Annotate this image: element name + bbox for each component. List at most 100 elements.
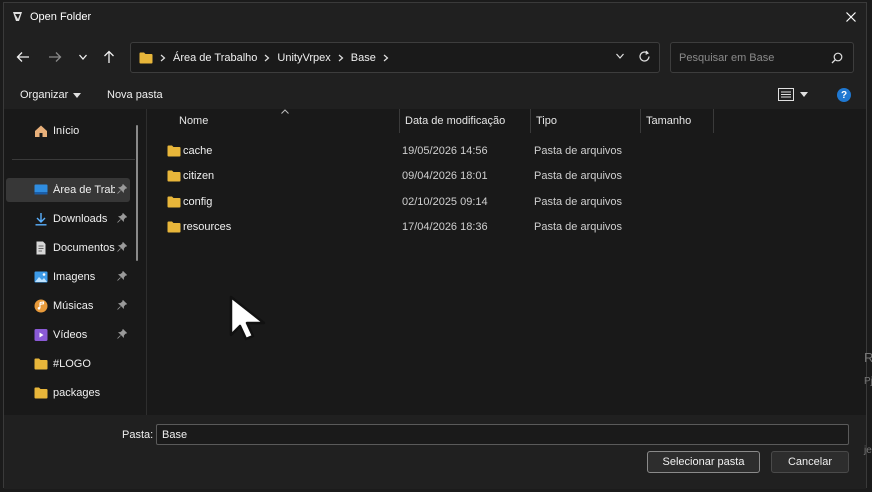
organize-label: Organizar <box>20 89 69 101</box>
column-divider[interactable] <box>640 109 641 133</box>
arrow-up-icon <box>104 50 114 63</box>
chevron-right-icon[interactable] <box>383 54 389 62</box>
address-history-dropdown-icon[interactable] <box>615 51 625 61</box>
column-header-size[interactable]: Tamanho <box>646 115 691 127</box>
pin-icon <box>117 300 127 310</box>
table-row[interactable]: cache 19/05/2026 14:56 Pasta de arquivos <box>147 139 866 163</box>
change-view-button[interactable] <box>778 88 808 101</box>
pin-icon <box>117 242 127 252</box>
search-box[interactable]: Pesquisar em Base <box>670 42 854 73</box>
file-type: Pasta de arquivos <box>534 221 623 233</box>
title-bar: Open Folder <box>4 3 866 31</box>
column-divider[interactable] <box>713 109 714 133</box>
command-bar: Organizar Nova pasta ? <box>4 83 866 109</box>
folder-icon <box>34 387 48 399</box>
table-row[interactable]: config 02/10/2025 09:14 Pasta de arquivo… <box>147 190 866 214</box>
sidebar-item-label: Vídeos <box>53 329 88 341</box>
file-name: config <box>183 196 213 208</box>
folder-icon <box>139 52 153 63</box>
folder-name-input[interactable] <box>156 424 849 445</box>
sidebar-item-music[interactable]: Músicas <box>6 294 130 318</box>
breadcrumb-item-base[interactable]: Base <box>351 52 376 64</box>
search-input[interactable]: Pesquisar em Base <box>679 52 774 64</box>
folder-icon <box>167 196 181 208</box>
sidebar-item-label: Documentos <box>53 242 115 254</box>
folder-icon <box>167 145 181 157</box>
sidebar-item-pictures[interactable]: Imagens <box>6 265 130 289</box>
chevron-down-icon <box>79 54 87 60</box>
home-icon <box>35 125 47 137</box>
sidebar-item-label: Downloads <box>53 213 108 225</box>
close-button[interactable] <box>836 3 866 31</box>
image-icon <box>34 271 48 283</box>
video-icon <box>34 329 48 341</box>
window-title: Open Folder <box>30 11 92 23</box>
chevron-right-icon[interactable] <box>338 54 344 62</box>
column-header-type[interactable]: Tipo <box>536 115 557 127</box>
sidebar-item-videos[interactable]: Vídeos <box>6 323 130 347</box>
select-folder-button[interactable]: Selecionar pasta <box>647 451 760 473</box>
chevron-right-icon <box>160 54 166 62</box>
file-date: 19/05/2026 14:56 <box>402 145 488 157</box>
sidebar-item-desktop[interactable]: Área de Trab <box>6 178 130 202</box>
column-divider[interactable] <box>530 109 531 133</box>
sidebar-item-label: Área de Trab <box>53 184 115 196</box>
sidebar-item-logo-folder[interactable]: #LOGO <box>6 352 130 376</box>
navigation-pane: Início Área de Trab Downloads Documentos… <box>4 109 146 415</box>
forward-button[interactable] <box>45 47 65 67</box>
mouse-pointer-icon <box>229 295 266 341</box>
organize-menu-button[interactable]: Organizar <box>20 89 82 101</box>
dialog-footer: Pasta: Selecionar pasta Cancelar <box>4 415 866 489</box>
file-name: cache <box>183 145 213 157</box>
breadcrumb: Área de Trabalho UnityVrpex Base <box>139 43 396 72</box>
arrow-left-icon <box>16 52 29 62</box>
app-icon <box>13 12 22 21</box>
desktop-icon <box>34 184 48 195</box>
sidebar-scrollbar[interactable] <box>136 125 138 261</box>
music-icon <box>34 299 48 313</box>
file-type: Pasta de arquivos <box>534 170 623 182</box>
chevron-right-icon[interactable] <box>264 54 270 62</box>
breadcrumb-item-desktop[interactable]: Área de Trabalho <box>173 52 257 64</box>
sidebar-item-label: Imagens <box>53 271 96 283</box>
sidebar-item-downloads[interactable]: Downloads <box>6 207 130 231</box>
table-row[interactable]: resources 17/04/2026 18:36 Pasta de arqu… <box>147 215 866 239</box>
column-header-name[interactable]: Nome <box>179 115 208 127</box>
address-bar[interactable]: Área de Trabalho UnityVrpex Base <box>130 42 660 73</box>
breadcrumb-item-unityvrpex[interactable]: UnityVrpex <box>277 52 330 64</box>
recent-locations-button[interactable] <box>73 47 93 67</box>
list-view-icon <box>778 88 794 101</box>
pin-icon <box>117 184 127 194</box>
cancel-button[interactable]: Cancelar <box>771 451 849 473</box>
search-icon[interactable] <box>831 52 843 64</box>
refresh-icon[interactable] <box>638 50 651 63</box>
file-list: Nome Data de modificação Tipo Tamanho ca… <box>147 109 866 415</box>
up-button[interactable] <box>99 47 119 67</box>
file-type: Pasta de arquivos <box>534 196 623 208</box>
folder-icon <box>167 170 181 182</box>
open-folder-dialog: Open Folder Área de Trabalho UnityVrpex … <box>3 2 867 489</box>
column-header-date[interactable]: Data de modificação <box>405 115 505 127</box>
sidebar-item-label: Músicas <box>53 300 94 312</box>
caret-down-icon <box>73 92 82 98</box>
sidebar-divider <box>12 159 135 160</box>
sidebar-item-documents[interactable]: Documentos <box>6 236 130 260</box>
file-type: Pasta de arquivos <box>534 145 623 157</box>
file-date: 09/04/2026 18:01 <box>402 170 488 182</box>
navigation-bar: Área de Trabalho UnityVrpex Base Pesquis… <box>4 37 866 77</box>
background-window-fragment: Pj <box>864 376 872 387</box>
folder-icon <box>34 358 48 370</box>
sidebar-item-packages-folder[interactable]: packages <box>6 381 130 405</box>
pin-icon <box>117 329 127 339</box>
arrow-right-icon <box>49 52 62 62</box>
help-button[interactable]: ? <box>837 88 851 102</box>
download-icon <box>35 213 47 226</box>
file-date: 02/10/2025 09:14 <box>402 196 488 208</box>
new-folder-button[interactable]: Nova pasta <box>107 89 163 101</box>
back-button[interactable] <box>13 47 33 67</box>
table-row[interactable]: citizen 09/04/2026 18:01 Pasta de arquiv… <box>147 164 866 188</box>
close-icon <box>846 12 856 22</box>
sidebar-item-home[interactable]: Início <box>6 119 130 143</box>
column-divider[interactable] <box>399 109 400 133</box>
document-icon <box>36 241 46 255</box>
